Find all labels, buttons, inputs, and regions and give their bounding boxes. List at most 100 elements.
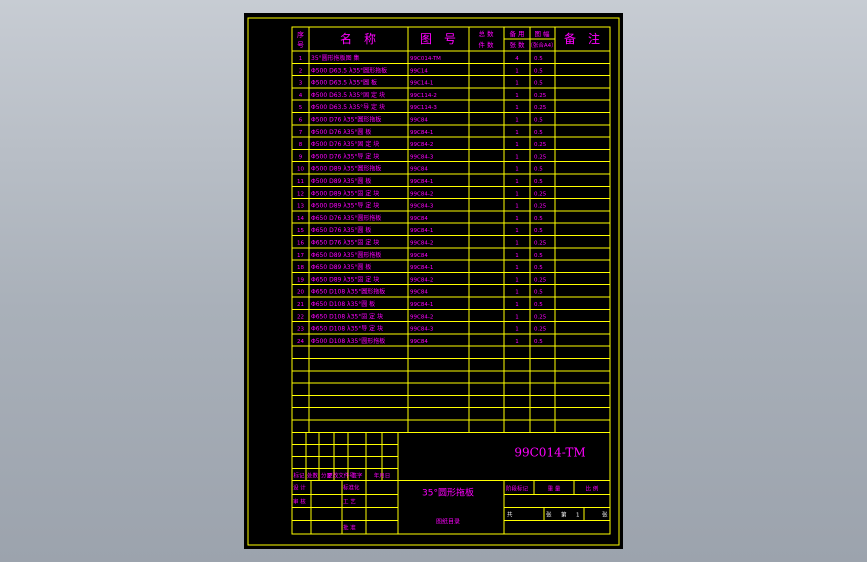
header-drawing-no: 图 号 xyxy=(420,32,456,46)
row-size: 0.5 xyxy=(534,167,543,173)
row-size: 0.5 xyxy=(534,130,543,136)
row-code: 99C84-2 xyxy=(410,277,433,283)
row-size: 0.25 xyxy=(534,204,547,210)
row-no: 22 xyxy=(297,314,304,320)
row-code: 99C14 xyxy=(410,68,428,74)
row-size: 0.5 xyxy=(534,302,543,308)
row-size: 0.5 xyxy=(534,290,543,296)
row-code: 99C84 xyxy=(410,339,428,345)
row-name: Φ500 D108 λ35°圆形拖板 xyxy=(311,337,385,345)
header-remark: 备 注 xyxy=(564,31,600,46)
row-code: 99C84-2 xyxy=(410,142,433,148)
row-qty: 1 xyxy=(515,93,519,99)
row-no: 19 xyxy=(297,277,304,283)
row-name: Φ500 D76 λ35°导 定 块 xyxy=(311,152,379,160)
row-qty: 1 xyxy=(515,314,519,320)
row-qty: 1 xyxy=(515,130,519,136)
row-code: 99C84 xyxy=(410,253,428,259)
row-no: 4 xyxy=(299,93,303,99)
row-no: 21 xyxy=(297,302,304,308)
row-name: Φ500 D76 λ35°固 定 块 xyxy=(311,140,379,148)
header-name: 名 称 xyxy=(340,31,376,46)
tb-rev-header: 处数 xyxy=(307,471,319,479)
row-qty: 1 xyxy=(515,167,519,173)
tb-rev-header: 年月日 xyxy=(374,471,391,479)
row-size: 0.5 xyxy=(534,68,543,74)
row-name: Φ500 D76 λ35°圆形拖板 xyxy=(311,116,381,124)
row-no: 1 xyxy=(299,56,303,62)
row-code: 99C84-1 xyxy=(410,302,433,308)
row-size: 0.5 xyxy=(534,253,543,259)
row-code: 99C84-1 xyxy=(410,228,433,234)
tb-product-name: 35°圆形拖板 xyxy=(422,486,474,498)
tb-role-approve: 批 准 xyxy=(343,523,356,531)
row-no: 14 xyxy=(297,216,304,222)
title-block: 99C014-TM35°圆形拖板图纸目录标记 处数 分区更改文件号签字 年月日设 计审… xyxy=(291,431,610,535)
row-name: Φ500 D63.5 λ35°导 定 块 xyxy=(311,103,385,111)
row-name: Φ500 D89 λ35°圆形拖板 xyxy=(311,165,381,173)
row-no: 10 xyxy=(297,167,304,173)
tb-weight-label: 重 量 xyxy=(548,484,561,492)
tb-role-process: 工 艺 xyxy=(343,498,356,505)
row-size: 0.5 xyxy=(534,118,543,124)
row-qty: 1 xyxy=(515,253,519,259)
row-no: 3 xyxy=(299,81,303,87)
row-code: 99C84-2 xyxy=(410,191,433,197)
row-qty: 1 xyxy=(515,241,519,247)
row-name: Φ650 D108 λ35°固 定 块 xyxy=(311,312,383,320)
row-no: 2 xyxy=(299,68,303,74)
row-code: 99C14-1 xyxy=(410,81,433,87)
row-size: 0.5 xyxy=(534,228,543,234)
row-qty: 1 xyxy=(515,204,519,210)
row-code: 99C84-2 xyxy=(410,314,433,320)
tb-scale-label: 比 例 xyxy=(586,484,599,492)
row-qty: 1 xyxy=(515,179,519,185)
tb-page-no: 1 xyxy=(576,512,580,518)
tb-std-label: 标准化 xyxy=(343,483,360,491)
row-qty: 1 xyxy=(515,216,519,222)
tb-rev-header: 签字 xyxy=(351,471,363,479)
row-qty: 1 xyxy=(515,81,519,87)
row-qty: 1 xyxy=(515,290,519,296)
row-size: 0.25 xyxy=(534,154,547,160)
row-qty: 1 xyxy=(515,327,519,333)
row-size: 0.25 xyxy=(534,105,547,111)
row-code: 99C84-2 xyxy=(410,241,433,247)
row-code: 99C84 xyxy=(410,216,428,222)
row-size: 0.25 xyxy=(534,142,547,148)
row-no: 6 xyxy=(299,118,303,124)
tb-page-label: 第 xyxy=(561,510,567,518)
row-qty: 1 xyxy=(515,142,519,148)
row-size: 0.5 xyxy=(534,81,543,87)
row-size: 0.25 xyxy=(534,93,547,99)
row-code: 99C84-1 xyxy=(410,179,433,185)
row-size: 0.25 xyxy=(534,241,547,247)
row-qty: 1 xyxy=(515,191,519,197)
row-name: Φ650 D108 λ35°圆 板 xyxy=(311,300,375,308)
tb-rev-header: 标记 xyxy=(293,471,305,479)
drawing-viewport[interactable]: 序号 名 称 图 号 总 数件 数 备 用张 数图 幅 （张合A4） 备 注 1 35°圆形拖… xyxy=(244,13,623,549)
header-seq-2: 号 xyxy=(297,41,304,49)
row-no: 11 xyxy=(297,179,304,185)
row-code: 99C014-TM xyxy=(410,56,441,62)
row-no: 16 xyxy=(297,241,304,247)
row-code: 99C84 xyxy=(410,167,428,173)
row-code: 99C84-3 xyxy=(410,204,434,210)
row-no: 7 xyxy=(299,130,303,136)
row-size: 0.5 xyxy=(534,179,543,185)
tb-doc-type: 图纸目录 xyxy=(436,517,460,525)
row-qty: 1 xyxy=(515,228,519,234)
row-no: 9 xyxy=(299,154,303,160)
drawing-sheet: 序号 名 称 图 号 总 数件 数 备 用张 数图 幅 （张合A4） 备 注 1 35°圆形拖… xyxy=(247,17,620,546)
tb-page-sheet-label: 张 xyxy=(602,510,608,518)
row-qty: 1 xyxy=(515,277,519,283)
row-size: 0.25 xyxy=(534,277,547,283)
row-no: 15 xyxy=(297,228,304,234)
header-total-qty-2: 件 数 xyxy=(478,40,494,49)
row-code: 99C84 xyxy=(410,118,428,124)
row-qty: 1 xyxy=(515,339,519,345)
row-code: 99C84-1 xyxy=(410,265,433,271)
row-code: 99C84-1 xyxy=(410,130,433,136)
row-code: 99C114-2 xyxy=(410,93,437,99)
row-size: 0.25 xyxy=(534,191,547,197)
